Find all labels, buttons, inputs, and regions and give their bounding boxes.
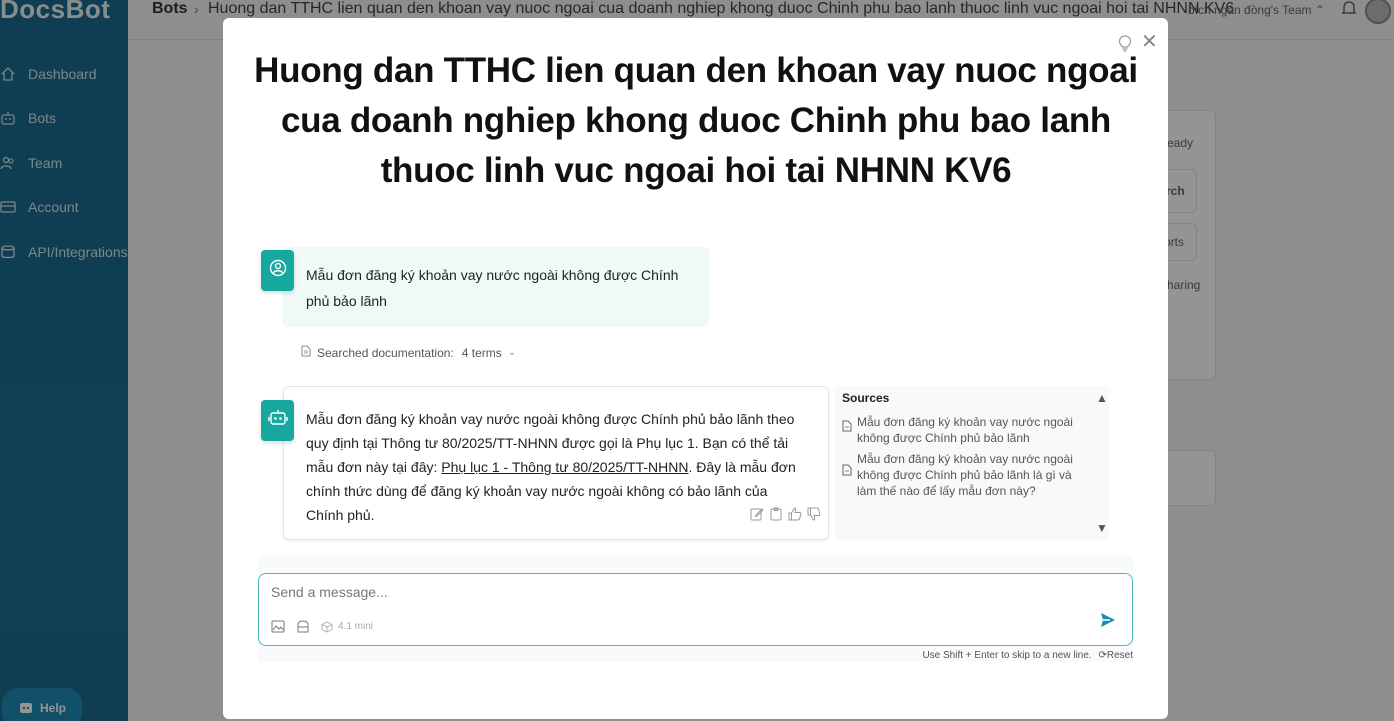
message-actions <box>749 506 822 522</box>
message-composer: 4.1 mini <box>258 573 1133 646</box>
user-message-text: Mẫu đơn đăng ký khoản vay nước ngoài khô… <box>306 267 679 309</box>
user-icon <box>269 259 287 282</box>
document-icon <box>301 345 311 360</box>
thumbs-up-icon[interactable] <box>787 506 803 522</box>
refresh-icon: ⟳ <box>1098 650 1107 661</box>
bot-avatar <box>261 400 294 441</box>
user-avatar <box>261 250 294 291</box>
edit-icon[interactable] <box>749 506 765 522</box>
image-icon[interactable] <box>271 620 285 633</box>
searched-terms: 4 terms <box>461 345 502 360</box>
attachment-icon[interactable] <box>297 620 309 633</box>
cube-icon <box>321 620 333 633</box>
hint-text: Use Shift + Enter to skip to a new line. <box>922 650 1092 661</box>
scroll-up-icon[interactable]: ▲ <box>1096 391 1108 405</box>
chevron-down-icon: ⌄ <box>507 347 517 358</box>
source-title: Mẫu đơn đăng ký khoản vay nước ngoài khô… <box>857 415 1073 445</box>
composer-tools: 4.1 mini <box>271 620 373 633</box>
sources-title: Sources <box>842 391 890 405</box>
send-icon[interactable] <box>1100 612 1116 633</box>
model-label: 4.1 mini <box>338 621 374 632</box>
composer-hint: Use Shift + Enter to skip to a new line.… <box>783 650 1133 661</box>
robot-icon <box>267 409 288 432</box>
bot-message-text: Mẫu đơn đăng ký khoản vay nước ngoài khô… <box>306 407 806 527</box>
reset-label: Reset <box>1106 650 1133 661</box>
sources-panel: Sources Mẫu đơn đăng ký khoản vay nước n… <box>835 386 1109 540</box>
searched-documentation[interactable]: Searched documentation: 4 terms ⌄ <box>301 345 516 360</box>
source-link[interactable]: Phụ lục 1 - Thông tư 80/2025/TT-NHNN <box>441 459 688 475</box>
clipboard-icon[interactable] <box>768 506 784 522</box>
model-selector[interactable]: 4.1 mini <box>321 620 374 633</box>
message-input[interactable] <box>271 584 1071 600</box>
source-item[interactable]: Mẫu đơn đăng ký khoản vay nước ngoài khô… <box>842 451 1092 499</box>
document-icon <box>842 420 852 446</box>
close-icon[interactable]: ✕ <box>1141 32 1158 52</box>
scroll-down-icon[interactable]: ▼ <box>1096 521 1108 535</box>
reset-button[interactable]: ⟳Reset <box>1098 650 1133 661</box>
lightbulb-icon[interactable] <box>1118 35 1132 58</box>
chat-modal: Huong dan TTHC lien quan den khoan vay n… <box>223 18 1168 719</box>
document-icon <box>842 464 852 499</box>
searched-label: Searched documentation: <box>317 345 454 360</box>
source-title: Mẫu đơn đăng ký khoản vay nước ngoài khô… <box>857 452 1073 498</box>
source-item[interactable]: Mẫu đơn đăng ký khoản vay nước ngoài khô… <box>842 414 1092 446</box>
thumbs-down-icon[interactable] <box>806 506 822 522</box>
modal-title: Huong dan TTHC lien quan den khoan vay n… <box>254 51 1138 190</box>
